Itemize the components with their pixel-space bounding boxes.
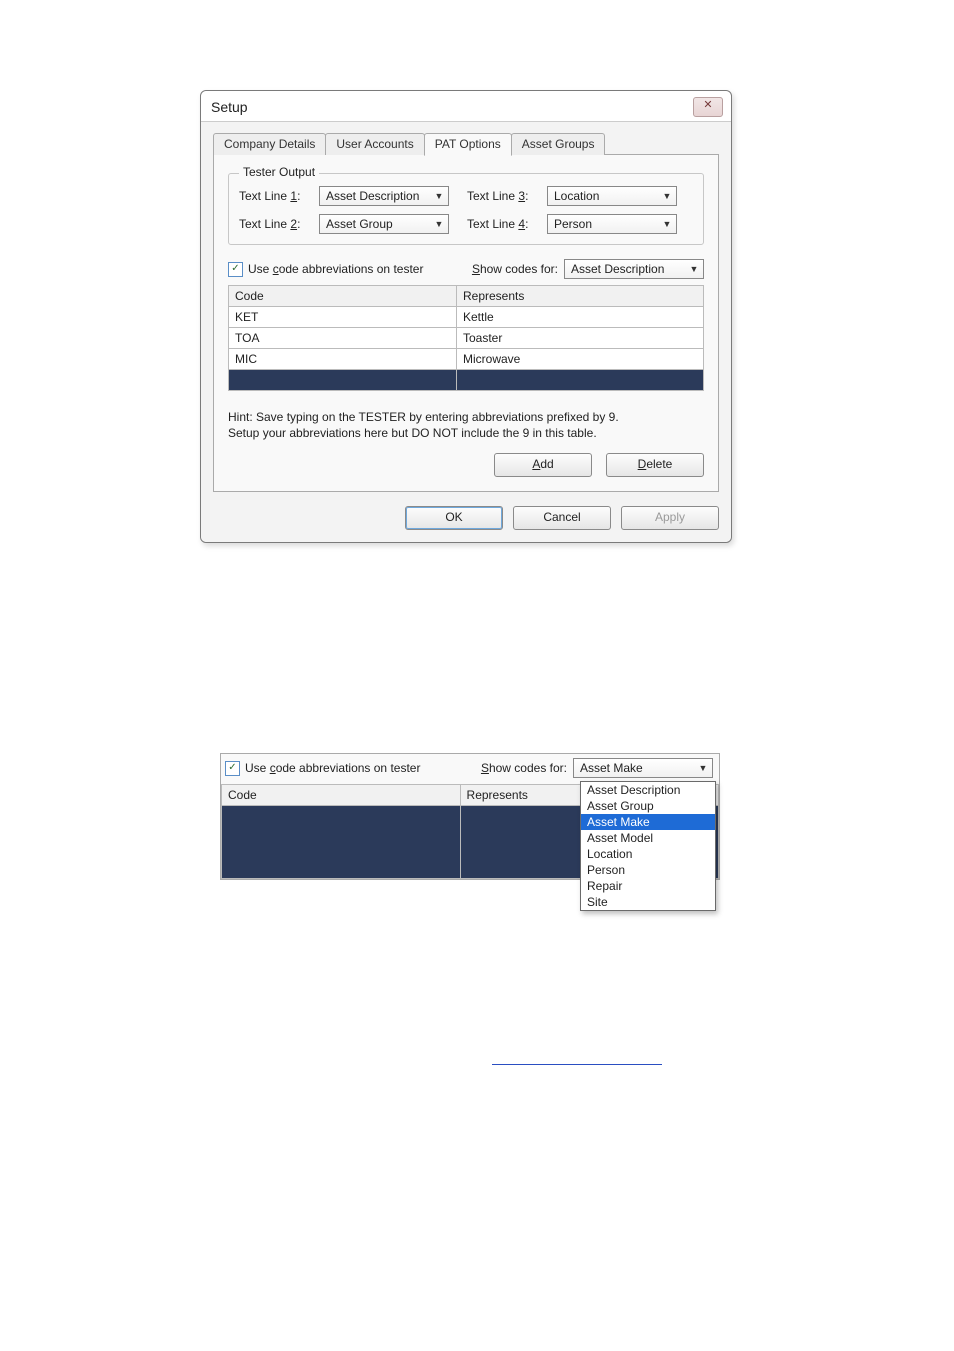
table-row[interactable]: KET Kettle (229, 307, 704, 328)
setup-dialog: Setup ✕ Company Details User Accounts PA… (200, 90, 732, 543)
chevron-down-icon: ▼ (432, 219, 446, 229)
combo-show-codes-for[interactable]: Asset Description ▼ (564, 259, 704, 279)
codes-table-2-header-code[interactable]: Code (222, 785, 461, 806)
cell-code[interactable]: MIC (229, 349, 457, 370)
codes-table-header-represents[interactable]: Represents (457, 286, 704, 307)
dropdown-option[interactable]: Asset Description (581, 782, 715, 798)
combo-show-codes-for-2-value: Asset Make (580, 761, 643, 775)
table-row[interactable]: TOA Toaster (229, 328, 704, 349)
cell-represents[interactable]: Toaster (457, 328, 704, 349)
dropdown-option[interactable]: Site (581, 894, 715, 910)
use-codes-label-2: Use code abbreviations on tester (245, 761, 420, 775)
cancel-button[interactable]: Cancel (513, 506, 611, 530)
combo-show-codes-for-value: Asset Description (571, 262, 664, 276)
combo-text-line-1[interactable]: Asset Description ▼ (319, 186, 449, 206)
combo-text-line-2[interactable]: Asset Group ▼ (319, 214, 449, 234)
delete-button[interactable]: Delete (606, 453, 704, 477)
hint-line-1: Hint: Save typing on the TESTER by enter… (228, 409, 704, 425)
show-codes-label-2: Show codes for: (481, 761, 567, 775)
chevron-down-icon: ▼ (660, 219, 674, 229)
chevron-down-icon: ▼ (696, 763, 710, 773)
combo-text-line-4-value: Person (554, 217, 592, 231)
tab-panel-pat-options: Tester Output Text Line 1: Asset Descrip… (213, 154, 719, 492)
footer-link[interactable] (492, 1062, 662, 1065)
label-text-line-4: Text Line 4: (467, 217, 547, 231)
use-codes-checkbox-2[interactable]: ✓ (225, 761, 240, 776)
combo-show-codes-for-2[interactable]: Asset Make ▼ (573, 758, 713, 778)
dropdown-option-selected[interactable]: Asset Make (581, 814, 715, 830)
use-codes-checkbox[interactable]: ✓ (228, 262, 243, 277)
label-text-line-3: Text Line 3: (467, 189, 547, 203)
tab-user-accounts[interactable]: User Accounts (325, 133, 424, 155)
label-text-line-1: Text Line 1: (239, 189, 319, 203)
use-codes-label: Use code abbreviations on tester (248, 262, 423, 276)
codes-table[interactable]: Code Represents KET Kettle TOA Toaster (228, 285, 704, 391)
dropdown-option[interactable]: Asset Model (581, 830, 715, 846)
chevron-down-icon: ▼ (687, 264, 701, 274)
dropdown-option[interactable]: Asset Group (581, 798, 715, 814)
dropdown-option[interactable]: Person (581, 862, 715, 878)
combo-text-line-3[interactable]: Location ▼ (547, 186, 677, 206)
chevron-down-icon: ▼ (660, 191, 674, 201)
window-title: Setup (211, 99, 248, 115)
combo-text-line-3-value: Location (554, 189, 599, 203)
dropdown-option[interactable]: Location (581, 846, 715, 862)
show-codes-dropdown-list[interactable]: Asset Description Asset Group Asset Make… (580, 781, 716, 911)
titlebar: Setup ✕ (201, 91, 731, 122)
combo-text-line-4[interactable]: Person ▼ (547, 214, 677, 234)
tab-asset-groups[interactable]: Asset Groups (511, 133, 606, 155)
combo-text-line-2-value: Asset Group (326, 217, 393, 231)
tab-strip: Company Details User Accounts PAT Option… (213, 132, 719, 155)
tester-output-group: Tester Output Text Line 1: Asset Descrip… (228, 173, 704, 245)
codes-fragment-expanded: ✓ Use code abbreviations on tester Show … (220, 753, 720, 880)
close-button[interactable]: ✕ (693, 97, 723, 117)
cell-code[interactable]: KET (229, 307, 457, 328)
add-button[interactable]: Add (494, 453, 592, 477)
tab-pat-options[interactable]: PAT Options (424, 133, 512, 156)
page-footer (200, 1060, 954, 1074)
show-codes-label: Show codes for: (472, 262, 558, 276)
codes-table-header-code[interactable]: Code (229, 286, 457, 307)
tester-output-legend: Tester Output (239, 165, 319, 179)
dropdown-option[interactable]: Repair (581, 878, 715, 894)
hint-line-2: Setup your abbreviations here but DO NOT… (228, 425, 704, 441)
hint-text: Hint: Save typing on the TESTER by enter… (228, 409, 704, 441)
label-text-line-2: Text Line 2: (239, 217, 319, 231)
cell-represents[interactable]: Kettle (457, 307, 704, 328)
table-new-row[interactable] (229, 370, 704, 391)
ok-button[interactable]: OK (405, 506, 503, 530)
cell-represents[interactable]: Microwave (457, 349, 704, 370)
tab-company-details[interactable]: Company Details (213, 133, 326, 155)
combo-text-line-1-value: Asset Description (326, 189, 419, 203)
chevron-down-icon: ▼ (432, 191, 446, 201)
apply-button[interactable]: Apply (621, 506, 719, 530)
cell-code[interactable]: TOA (229, 328, 457, 349)
table-row[interactable]: MIC Microwave (229, 349, 704, 370)
dialog-body: Company Details User Accounts PAT Option… (201, 122, 731, 542)
close-icon: ✕ (703, 99, 712, 111)
